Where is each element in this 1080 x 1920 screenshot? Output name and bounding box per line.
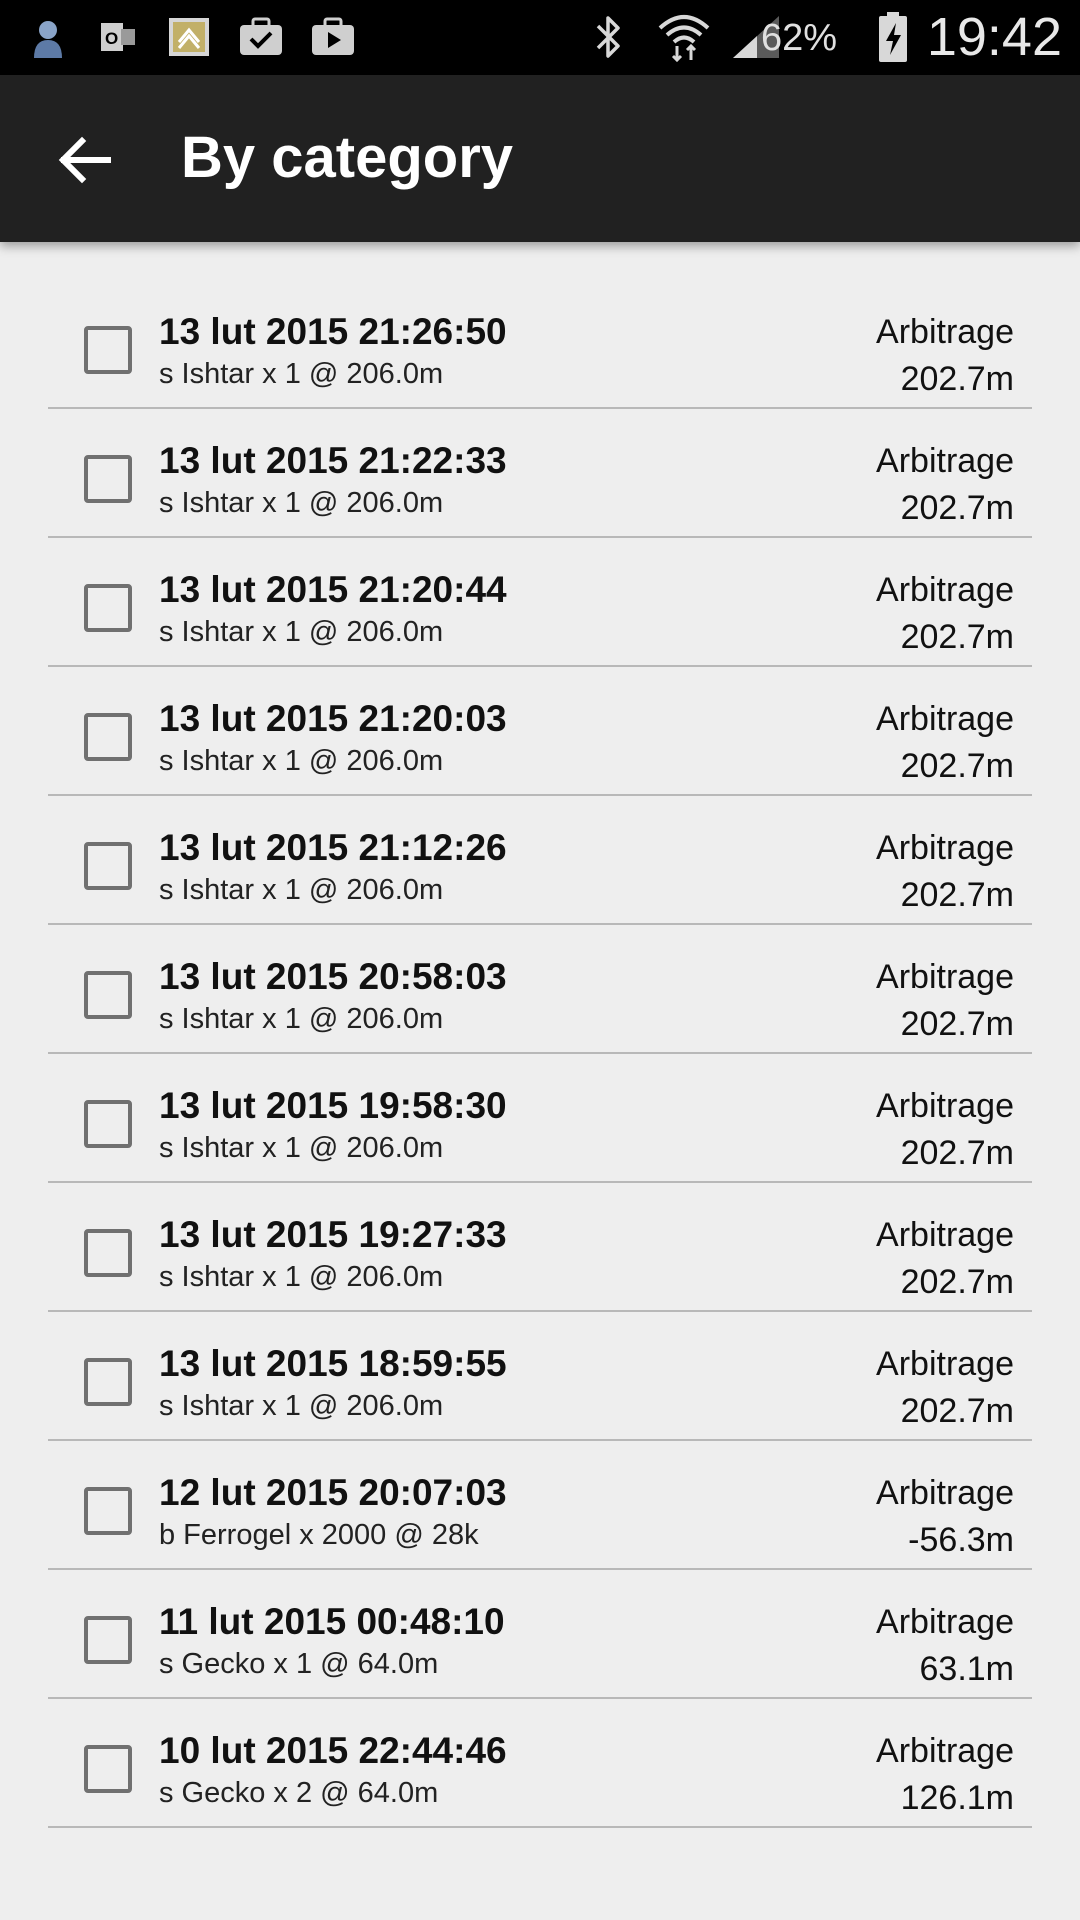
- page-title: By category: [181, 125, 514, 190]
- transaction-detail: s Ishtar x 1 @ 206.0m: [159, 616, 444, 648]
- list-item[interactable]: 11 lut 2015 00:48:10 s Gecko x 1 @ 64.0m…: [48, 1570, 1032, 1699]
- transaction-date: 13 lut 2015 18:59:55: [159, 1343, 507, 1384]
- transaction-amount: 202.7m: [900, 1263, 1014, 1301]
- app-bar: By category: [0, 75, 1080, 242]
- battery-charging-icon: [876, 10, 910, 64]
- transaction-date: 10 lut 2015 22:44:46: [159, 1730, 507, 1771]
- transaction-amount: 202.7m: [900, 1134, 1014, 1172]
- transaction-detail: s Ishtar x 1 @ 206.0m: [159, 1390, 444, 1422]
- transaction-amount: 63.1m: [919, 1650, 1015, 1688]
- transaction-date: 13 lut 2015 21:26:50: [159, 311, 507, 352]
- transaction-amount: 126.1m: [900, 1779, 1014, 1817]
- transaction-category: Arbitrage: [876, 442, 1014, 480]
- checkbox[interactable]: [84, 455, 132, 503]
- list-item[interactable]: 13 lut 2015 21:20:03 s Ishtar x 1 @ 206.…: [48, 667, 1032, 796]
- checkbox[interactable]: [84, 1745, 132, 1793]
- transaction-date: 13 lut 2015 21:22:33: [159, 440, 507, 481]
- avatar-icon: [28, 14, 68, 60]
- transaction-amount: 202.7m: [900, 618, 1014, 656]
- list-item[interactable]: 13 lut 2015 21:20:44 s Ishtar x 1 @ 206.…: [48, 538, 1032, 667]
- list-item[interactable]: 12 lut 2015 20:07:03 b Ferrogel x 2000 @…: [48, 1441, 1032, 1570]
- battery-percent: 62%: [760, 17, 837, 59]
- transaction-amount: -56.3m: [908, 1521, 1014, 1559]
- transaction-detail: s Gecko x 2 @ 64.0m: [159, 1777, 439, 1809]
- checkbox[interactable]: [84, 584, 132, 632]
- transaction-detail: s Ishtar x 1 @ 206.0m: [159, 487, 444, 519]
- transaction-category: Arbitrage: [876, 1732, 1014, 1770]
- transaction-amount: 202.7m: [900, 1392, 1014, 1430]
- list-item[interactable]: 13 lut 2015 20:58:03 s Ishtar x 1 @ 206.…: [48, 925, 1032, 1054]
- transaction-category: Arbitrage: [876, 313, 1014, 351]
- transaction-category: Arbitrage: [876, 1474, 1014, 1512]
- list-item[interactable]: 13 lut 2015 21:22:33 s Ishtar x 1 @ 206.…: [48, 409, 1032, 538]
- transaction-detail: s Ishtar x 1 @ 206.0m: [159, 358, 444, 390]
- transaction-amount: 202.7m: [900, 876, 1014, 914]
- checkbox[interactable]: [84, 1358, 132, 1406]
- transaction-category: Arbitrage: [876, 571, 1014, 609]
- transaction-category: Arbitrage: [876, 1345, 1014, 1383]
- clock: 19:42: [926, 7, 1062, 67]
- transaction-amount: 202.7m: [900, 747, 1014, 785]
- transaction-category: Arbitrage: [876, 958, 1014, 996]
- transaction-date: 13 lut 2015 20:58:03: [159, 956, 507, 997]
- wifi-icon: [656, 14, 712, 62]
- transaction-category: Arbitrage: [876, 1603, 1014, 1641]
- transaction-detail: s Ishtar x 1 @ 206.0m: [159, 745, 444, 777]
- list-bottom-edge: [0, 1870, 1080, 1920]
- transaction-list[interactable]: 13 lut 2015 21:26:50 s Ishtar x 1 @ 206.…: [0, 280, 1080, 1870]
- transaction-detail: s Ishtar x 1 @ 206.0m: [159, 1261, 444, 1293]
- transaction-date: 12 lut 2015 20:07:03: [159, 1472, 507, 1513]
- briefcase-check-icon: [236, 14, 286, 60]
- transaction-amount: 202.7m: [900, 489, 1014, 527]
- list-item[interactable]: 13 lut 2015 21:12:26 s Ishtar x 1 @ 206.…: [48, 796, 1032, 925]
- checkbox[interactable]: [84, 1487, 132, 1535]
- checkbox[interactable]: [84, 713, 132, 761]
- list-item[interactable]: 13 lut 2015 21:26:50 s Ishtar x 1 @ 206.…: [48, 280, 1032, 409]
- transaction-amount: 202.7m: [900, 360, 1014, 398]
- checkbox[interactable]: [84, 1229, 132, 1277]
- transaction-detail: b Ferrogel x 2000 @ 28k: [159, 1519, 479, 1551]
- inbox-icon: [166, 14, 212, 60]
- outlook-icon: O: [96, 14, 140, 60]
- checkbox[interactable]: [84, 971, 132, 1019]
- bluetooth-icon: [588, 14, 628, 60]
- list-item[interactable]: 13 lut 2015 19:58:30 s Ishtar x 1 @ 206.…: [48, 1054, 1032, 1183]
- transaction-detail: s Ishtar x 1 @ 206.0m: [159, 874, 444, 906]
- list-item[interactable]: 13 lut 2015 18:59:55 s Ishtar x 1 @ 206.…: [48, 1312, 1032, 1441]
- briefcase-play-icon: [308, 14, 358, 60]
- transaction-date: 13 lut 2015 21:20:44: [159, 569, 507, 610]
- transaction-category: Arbitrage: [876, 1216, 1014, 1254]
- list-item[interactable]: 10 lut 2015 22:44:46 s Gecko x 2 @ 64.0m…: [48, 1699, 1032, 1828]
- transaction-date: 11 lut 2015 00:48:10: [159, 1601, 505, 1642]
- transaction-detail: s Ishtar x 1 @ 206.0m: [159, 1132, 444, 1164]
- transaction-detail: s Gecko x 1 @ 64.0m: [159, 1648, 439, 1680]
- back-button[interactable]: [40, 120, 130, 200]
- transaction-date: 13 lut 2015 19:27:33: [159, 1214, 507, 1255]
- transaction-date: 13 lut 2015 21:20:03: [159, 698, 507, 739]
- transaction-amount: 202.7m: [900, 1005, 1014, 1043]
- status-bar: O 62% 19:42: [0, 0, 1080, 75]
- transaction-detail: s Ishtar x 1 @ 206.0m: [159, 1003, 444, 1035]
- transaction-category: Arbitrage: [876, 1087, 1014, 1125]
- arrow-back-icon: [58, 136, 111, 184]
- transaction-date: 13 lut 2015 19:58:30: [159, 1085, 507, 1126]
- checkbox[interactable]: [84, 842, 132, 890]
- checkbox[interactable]: [84, 1616, 132, 1664]
- transaction-date: 13 lut 2015 21:12:26: [159, 827, 507, 868]
- transaction-category: Arbitrage: [876, 829, 1014, 867]
- checkbox[interactable]: [84, 326, 132, 374]
- checkbox[interactable]: [84, 1100, 132, 1148]
- svg-text:O: O: [105, 29, 118, 48]
- transaction-category: Arbitrage: [876, 700, 1014, 738]
- list-item[interactable]: 13 lut 2015 19:27:33 s Ishtar x 1 @ 206.…: [48, 1183, 1032, 1312]
